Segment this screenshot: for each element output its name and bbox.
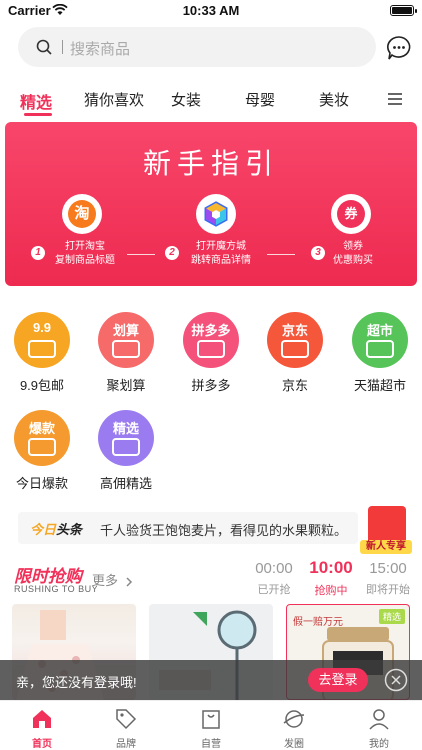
calendar-icon: 9.9 bbox=[14, 312, 70, 368]
home-icon bbox=[33, 710, 51, 728]
user-icon bbox=[369, 709, 389, 730]
grid-item-juhuasuan[interactable]: 划算 聚划算 bbox=[91, 312, 161, 394]
beginner-guide-banner[interactable]: 新手指引 淘 券 1 打开淘宝 复制商品标题 2 打开魔方城 跳转商品详情 3 领券… bbox=[5, 122, 417, 286]
time-slot-0000[interactable]: 00:00 已开抢 bbox=[244, 560, 304, 597]
grid-item-9-9-free-shipping[interactable]: 9.9 9.9包邮 bbox=[7, 312, 77, 394]
category-tabs: 精选 猜你喜欢 女装 母婴 美妆 bbox=[0, 84, 422, 118]
bag-icon bbox=[202, 710, 220, 729]
grid-label: 天猫超市 bbox=[353, 378, 406, 393]
active-tab-underline bbox=[24, 113, 52, 116]
search-placeholder: 搜索商品 bbox=[70, 41, 131, 58]
redpacket-label: 新人专享 bbox=[360, 540, 412, 554]
tab-guess-you-like[interactable]: 猜你喜欢 bbox=[84, 89, 144, 110]
flash-sale-subtitle: RUSHING TO BUY bbox=[14, 584, 99, 594]
search-divider bbox=[62, 40, 63, 54]
time-slot-1000[interactable]: 10:00 抢购中 bbox=[301, 558, 361, 598]
nav-self-operated[interactable]: 自营 bbox=[181, 707, 241, 750]
cube-icon bbox=[196, 194, 236, 234]
nav-mine[interactable]: 我的 bbox=[349, 707, 409, 750]
step-connector bbox=[127, 254, 155, 255]
planet-icon bbox=[283, 710, 305, 728]
clock: 10:33 AM bbox=[182, 3, 240, 18]
step-number-3: 3 bbox=[311, 246, 325, 260]
grid-item-tmall-supermarket[interactable]: 超市 天猫超市 bbox=[345, 312, 415, 394]
toutiao-logo: 今日头条 bbox=[30, 522, 83, 537]
time-slot-1500[interactable]: 15:00 即将开始 bbox=[358, 560, 418, 597]
grid-item-jd[interactable]: 京东 京东 bbox=[260, 312, 330, 394]
newcomer-redpacket-icon[interactable]: 新人专享 bbox=[360, 500, 412, 556]
tab-womens-clothing[interactable]: 女装 bbox=[171, 89, 201, 110]
grid-label: 9.9包邮 bbox=[19, 378, 65, 393]
tab-mother-baby[interactable]: 母婴 bbox=[245, 89, 275, 110]
grid-label: 高佣精选 bbox=[99, 476, 152, 491]
grid-item-pinduoduo[interactable]: 拼多多 拼多多 bbox=[176, 312, 246, 394]
grid-item-hot-today[interactable]: 爆款 今日爆款 bbox=[7, 410, 77, 492]
coupon-icon: 券 bbox=[331, 194, 371, 234]
search-input[interactable]: 搜索商品 bbox=[18, 27, 376, 67]
login-button[interactable]: 去登录 bbox=[308, 668, 368, 692]
grid-label: 京东 bbox=[281, 378, 308, 393]
tab-featured[interactable]: 精选 bbox=[20, 89, 52, 113]
jd-dog-icon: 京东 bbox=[267, 312, 323, 368]
grid-label: 聚划算 bbox=[106, 378, 146, 393]
close-icon[interactable] bbox=[384, 668, 408, 692]
step-number-1: 1 bbox=[31, 246, 45, 260]
grid-label: 今日爆款 bbox=[15, 476, 68, 491]
fire-crowd-icon: 爆款 bbox=[14, 410, 70, 466]
login-prompt: 亲，您还没有登录哦! 去登录 bbox=[0, 660, 422, 700]
nav-moments[interactable]: 发圈 bbox=[264, 707, 324, 750]
pinduoduo-icon: 拼多多 bbox=[183, 312, 239, 368]
message-icon[interactable] bbox=[386, 35, 412, 61]
product-guarantee-label: 假一赔万元 bbox=[293, 617, 343, 628]
step-2-text: 打开魔方城 跳转商品详情 bbox=[191, 241, 251, 266]
step-number-2: 2 bbox=[165, 246, 179, 260]
grid-label: 拼多多 bbox=[191, 378, 231, 393]
nav-brand[interactable]: 品牌 bbox=[96, 707, 156, 750]
step-connector bbox=[267, 254, 295, 255]
tmall-icon: 超市 bbox=[352, 312, 408, 368]
step-3-text: 领券 优惠购买 bbox=[333, 241, 373, 266]
bottom-nav: 首页 品牌 自营 发圈 我的 bbox=[0, 700, 422, 750]
status-bar: Carrier 10:33 AM bbox=[0, 0, 422, 22]
search-icon bbox=[36, 39, 52, 55]
menu-icon[interactable] bbox=[388, 92, 402, 106]
nav-home[interactable]: 首页 bbox=[12, 707, 72, 750]
selected-tag: 精选 bbox=[378, 609, 405, 624]
tab-beauty[interactable]: 美妆 bbox=[319, 89, 349, 110]
chevron-right-icon bbox=[126, 577, 132, 587]
tag-icon bbox=[116, 709, 137, 730]
shopping-bag-icon: 划算 bbox=[98, 312, 154, 368]
more-link[interactable]: 更多 bbox=[92, 570, 133, 589]
step-1-text: 打开淘宝 复制商品标题 bbox=[55, 241, 115, 266]
selection-icon: 精选 bbox=[98, 410, 154, 466]
news-headline: 千人验货王饱饱麦片，看得见的水果颗粒。 bbox=[100, 523, 348, 538]
banner-title: 新手指引 bbox=[142, 148, 279, 179]
taobao-icon: 淘 bbox=[62, 194, 102, 234]
news-ticker[interactable]: 今日头条 千人验货王饱饱麦片，看得见的水果颗粒。 bbox=[18, 512, 358, 544]
grid-item-high-commission[interactable]: 精选 高佣精选 bbox=[91, 410, 161, 492]
login-prompt-text: 亲，您还没有登录哦! bbox=[16, 675, 137, 690]
battery-icon bbox=[390, 5, 417, 16]
